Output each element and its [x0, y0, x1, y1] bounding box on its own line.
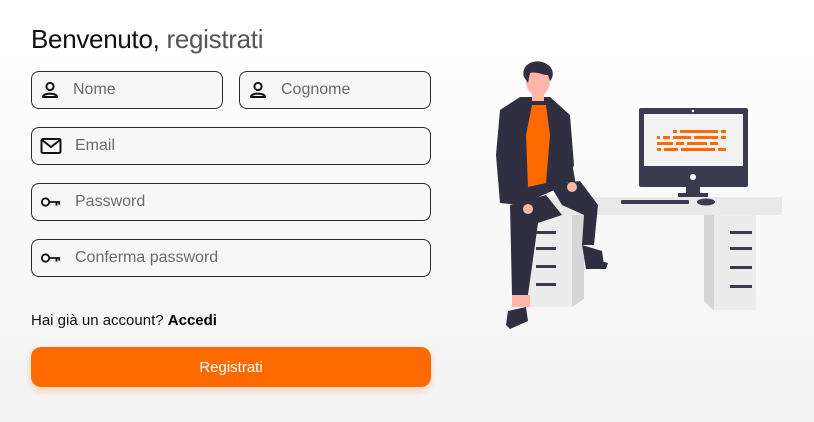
key-icon — [40, 247, 62, 269]
user-icon — [248, 79, 268, 101]
user-icon — [40, 79, 60, 101]
title-main: Benvenuto, — [31, 24, 160, 54]
title-accent: registrati — [159, 24, 264, 54]
password-field[interactable] — [31, 183, 431, 221]
person-at-desk-illustration — [496, 61, 782, 329]
confirm-password-field[interactable] — [31, 239, 431, 277]
login-link[interactable]: Accedi — [168, 312, 217, 329]
email-input[interactable] — [75, 137, 430, 155]
mouse — [697, 198, 715, 206]
page-title: Benvenuto, registrati — [31, 24, 263, 55]
confirm-password-input[interactable] — [75, 249, 430, 267]
cognome-field[interactable] — [239, 71, 431, 109]
key-icon — [40, 191, 62, 213]
nome-input[interactable] — [73, 81, 222, 99]
nome-field[interactable] — [31, 71, 223, 109]
login-prompt-text: Hai già un account? — [31, 312, 164, 329]
email-field[interactable] — [31, 127, 431, 165]
password-input[interactable] — [75, 193, 430, 211]
login-prompt: Hai già un account? Accedi — [31, 312, 217, 329]
cognome-input[interactable] — [281, 81, 430, 99]
keyboard — [621, 200, 689, 204]
mail-icon — [40, 135, 62, 157]
register-button[interactable]: Registrati — [31, 347, 431, 387]
